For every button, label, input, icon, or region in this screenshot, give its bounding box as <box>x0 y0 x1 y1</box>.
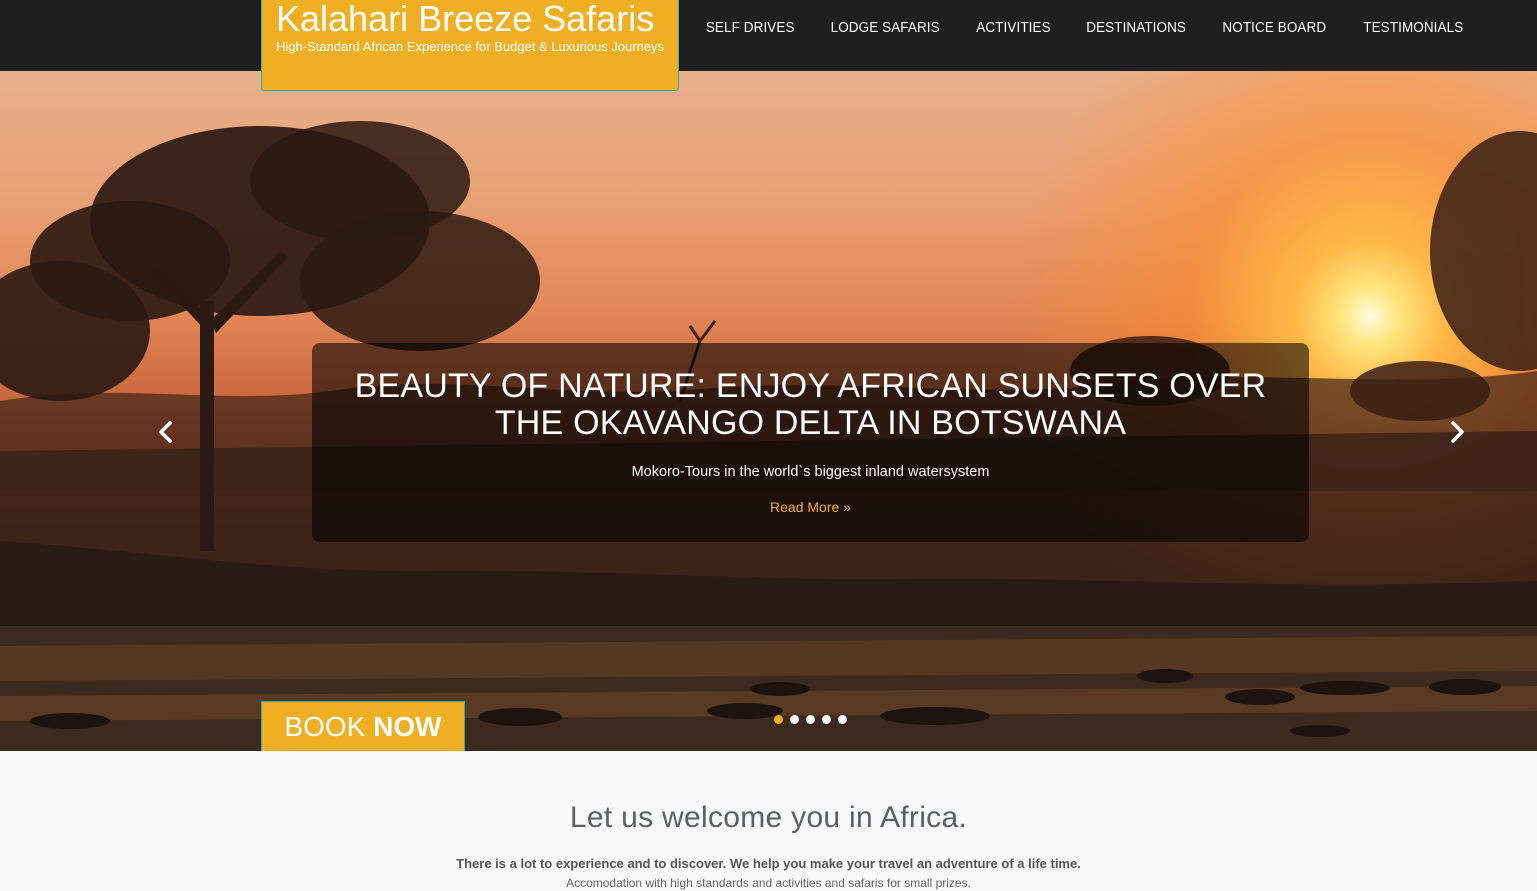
site-tagline: High-Standard African Experience for Bud… <box>276 39 665 54</box>
slider-next-button[interactable] <box>1445 420 1469 444</box>
slider-dot-5[interactable] <box>838 715 847 724</box>
slider-dot-1[interactable] <box>774 715 783 724</box>
read-more-link[interactable]: Read More » <box>770 499 851 515</box>
slider-dot-2[interactable] <box>790 715 799 724</box>
slide-caption: BEAUTY OF NATURE: ENJOY AFRICAN SUNSETS … <box>312 343 1309 542</box>
slide-title: BEAUTY OF NATURE: ENJOY AFRICAN SUNSETS … <box>354 367 1267 442</box>
chevron-left-icon <box>159 421 172 443</box>
slider-indicators <box>774 715 847 724</box>
nav-item-notice-board[interactable]: NOTICE BOARD <box>1209 20 1340 36</box>
slider-dot-3[interactable] <box>806 715 815 724</box>
slider-prev-button[interactable] <box>154 420 178 444</box>
slider-dot-4[interactable] <box>822 715 831 724</box>
book-now-label-part1: BOOK <box>284 711 366 742</box>
site-logo[interactable]: Kalahari Breeze Safaris High-Standard Af… <box>261 0 679 91</box>
nav-item-self-drives[interactable]: SELF DRIVES <box>692 20 808 36</box>
book-now-button[interactable]: BOOK NOW <box>261 701 465 751</box>
nav-item-testimonials[interactable]: TESTIMONIALS <box>1349 20 1476 36</box>
welcome-intro-text: There is a lot to experience and to disc… <box>456 856 1081 871</box>
site-title[interactable]: Kalahari Breeze Safaris <box>276 0 664 38</box>
main-nav: SELF DRIVES LODGE SAFARIS ACTIVITIES DES… <box>688 0 1481 56</box>
nav-item-destinations[interactable]: DESTINATIONS <box>1072 20 1199 36</box>
slide-description: Mokoro-Tours in the world`s biggest inla… <box>631 464 990 480</box>
chevron-right-icon <box>1451 421 1464 443</box>
welcome-heading: Let us welcome you in Africa. <box>569 801 968 834</box>
book-now-label-part2: NOW <box>373 711 442 742</box>
nav-item-lodge-safaris[interactable]: LODGE SAFARIS <box>818 20 954 36</box>
welcome-sub-text: Accomodation with high standards and act… <box>566 876 971 890</box>
nav-item-activities[interactable]: ACTIVITIES <box>963 20 1064 36</box>
hero-slider: BEAUTY OF NATURE: ENJOY AFRICAN SUNSETS … <box>0 71 1537 751</box>
